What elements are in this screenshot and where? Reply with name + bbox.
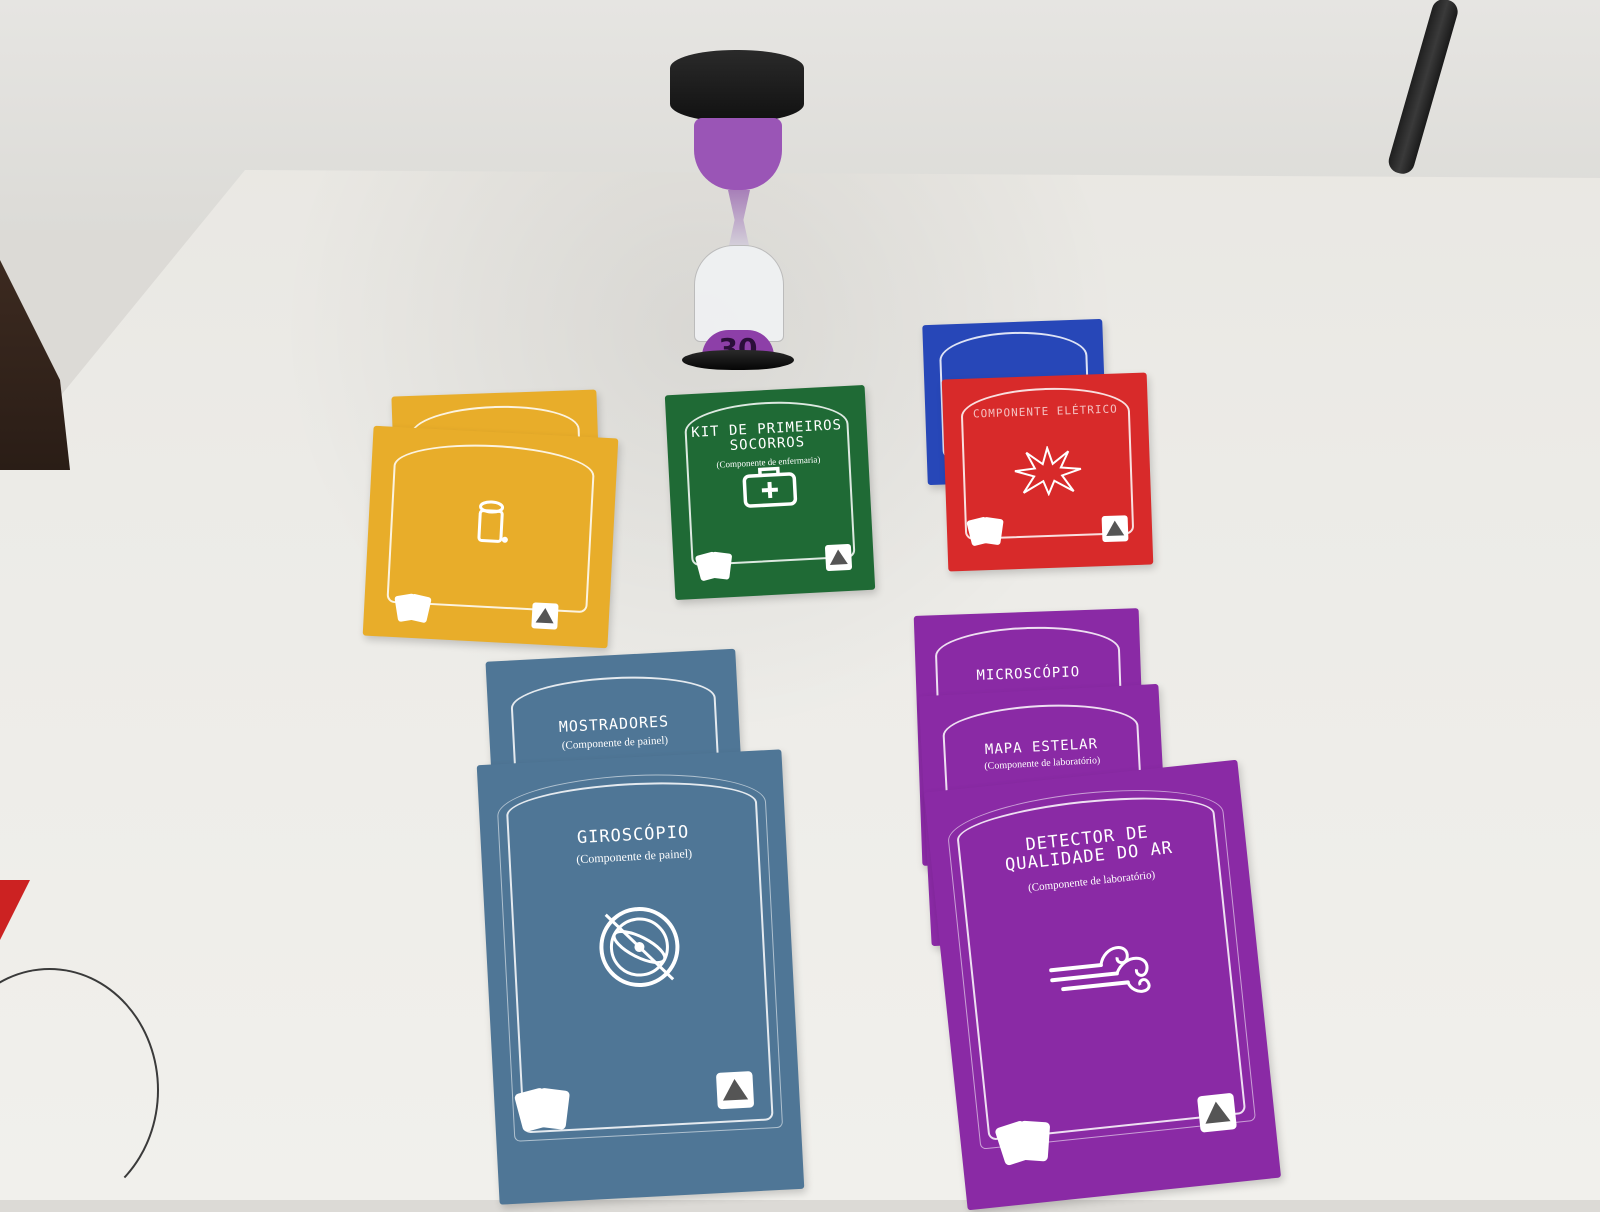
logo-badge-icon — [715, 1071, 755, 1110]
dark-object-left — [0, 260, 70, 470]
first-aid-kit-icon — [669, 460, 871, 519]
logo-badge-icon — [1196, 1092, 1237, 1133]
gyroscope-icon — [484, 889, 794, 1010]
green-card[interactable]: KIT DE PRIMEIROS SOCORROS (Componente de… — [664, 384, 876, 601]
timer-bottom-glass — [694, 245, 784, 342]
timer-base — [682, 350, 794, 370]
swap-cards-icon — [393, 592, 433, 624]
swap-cards-icon — [694, 550, 735, 582]
timer-top-sand — [694, 118, 782, 190]
spark-icon — [944, 442, 1151, 504]
swap-cards-icon — [513, 1085, 573, 1133]
sand-timer[interactable]: 30 — [668, 50, 808, 370]
swap-cards-icon — [994, 1117, 1055, 1168]
logo-badge-icon — [824, 543, 853, 572]
timer-cap — [670, 50, 804, 122]
detector-card[interactable]: DETECTOR DE QUALIDADE DO AR (Componente … — [923, 759, 1282, 1211]
red-card[interactable]: COMPONENTE ELÉTRICO — [941, 372, 1154, 572]
logo-badge-icon — [531, 602, 559, 630]
timer-neck — [728, 190, 750, 250]
giroscopio-card[interactable]: GIROSCÓPIO (Componente de painel) — [476, 749, 805, 1205]
yellow-card-front[interactable] — [362, 425, 619, 649]
logo-badge-icon — [1101, 515, 1129, 543]
swap-cards-icon — [966, 516, 1006, 547]
